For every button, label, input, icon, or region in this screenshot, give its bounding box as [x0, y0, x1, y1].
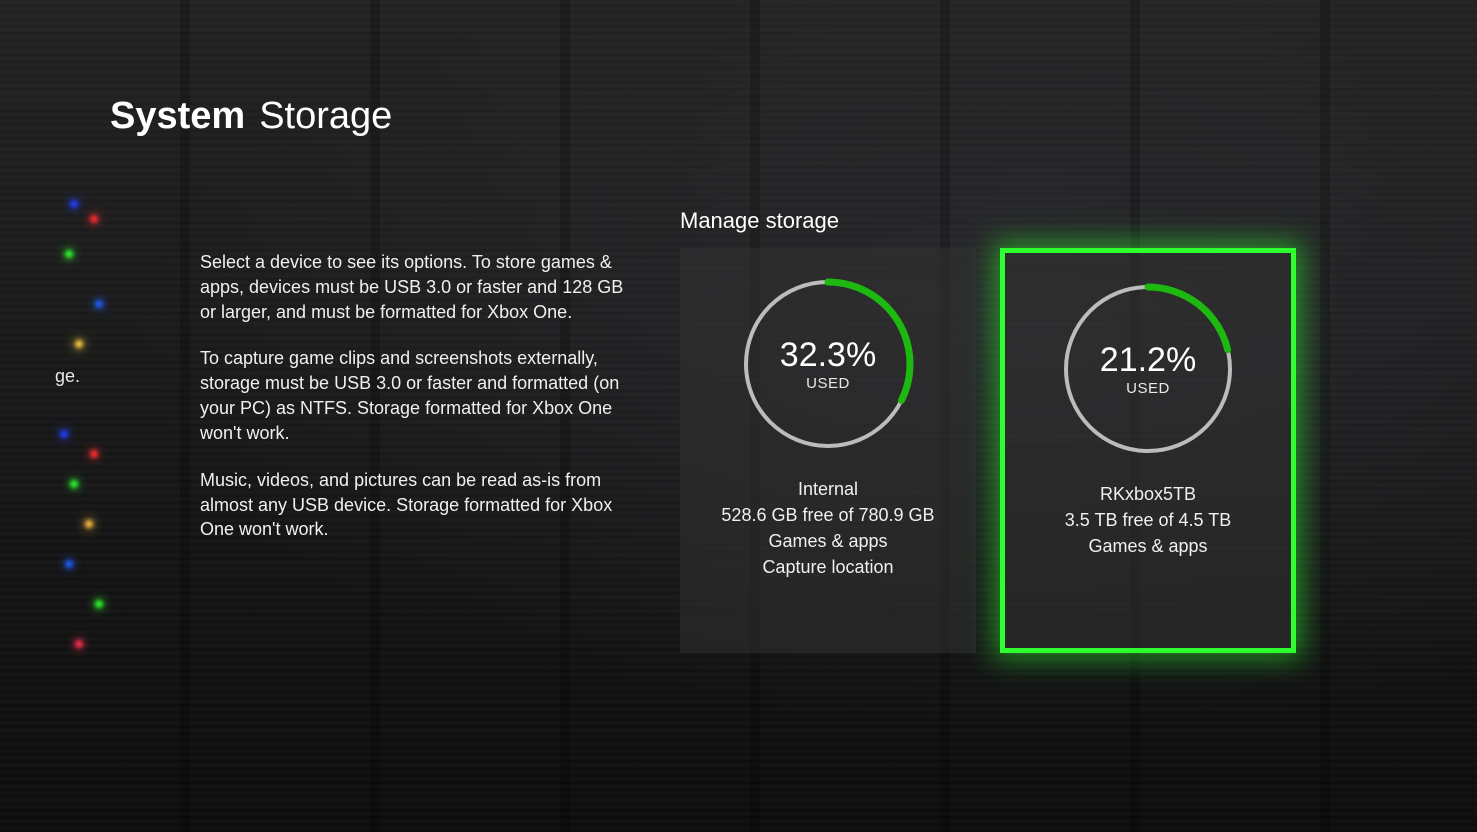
page-title: Storage [259, 95, 392, 138]
breadcrumb-category: System [110, 95, 245, 138]
section-header: Manage storage [680, 208, 1397, 234]
help-text: Select a device to see its options. To s… [200, 250, 630, 653]
device-name: Internal [721, 476, 934, 502]
breadcrumb: System Storage [110, 95, 1397, 138]
device-info: RKxbox5TB 3.5 TB free of 4.5 TB Games & … [1065, 481, 1231, 559]
help-paragraph: To capture game clips and screenshots ex… [200, 346, 630, 445]
storage-device-card[interactable]: 32.3% USED Internal 528.6 GB free of 780… [680, 248, 976, 653]
usage-ring: 21.2% USED [1058, 279, 1238, 459]
help-paragraph: Music, videos, and pictures can be read … [200, 468, 630, 542]
device-info: Internal 528.6 GB free of 780.9 GB Games… [721, 476, 934, 580]
device-role-line: Games & apps [721, 528, 934, 554]
usage-ring: 32.3% USED [738, 274, 918, 454]
device-free-line: 3.5 TB free of 4.5 TB [1065, 507, 1231, 533]
device-extra-line: Capture location [721, 554, 934, 580]
storage-device-card[interactable]: 21.2% USED RKxbox5TB 3.5 TB free of 4.5 … [1000, 248, 1296, 653]
help-paragraph: Select a device to see its options. To s… [200, 250, 630, 324]
device-role-line: Games & apps [1065, 533, 1231, 559]
device-free-line: 528.6 GB free of 780.9 GB [721, 502, 934, 528]
device-name: RKxbox5TB [1065, 481, 1231, 507]
